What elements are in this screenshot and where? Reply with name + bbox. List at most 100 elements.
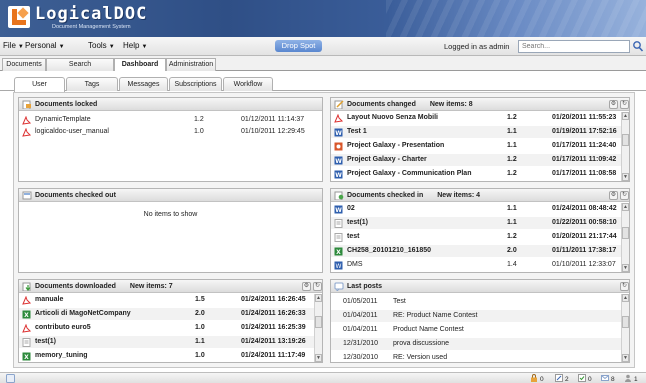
- table-row[interactable]: W Test 1 1.1 01/19/2011 17:52:16: [331, 126, 623, 138]
- portlet-header: Documents changed New items: 8 ⚙ ↻: [331, 98, 629, 111]
- table-row[interactable]: W Project Galaxy - Communication Plan 1.…: [331, 168, 623, 180]
- document-name: Articoli di MagoNetCompany: [35, 310, 131, 317]
- table-row[interactable]: X CH258_20101210_161850 2.0 01/11/2011 1…: [331, 245, 623, 257]
- subtab-user[interactable]: User: [14, 77, 65, 92]
- checkout-icon: [555, 374, 563, 382]
- search-icon[interactable]: [632, 40, 644, 53]
- menu-personal[interactable]: Personal ▼: [25, 41, 65, 50]
- menu-personal-label: Personal: [25, 41, 57, 50]
- document-name: manuale: [35, 296, 64, 303]
- document-version: 1.2: [507, 156, 517, 163]
- tab-dashboard[interactable]: Dashboard: [114, 58, 166, 72]
- status-tasks[interactable]: 0: [578, 374, 592, 383]
- post-subject: RE: Product Name Contest: [393, 312, 478, 319]
- menu-file-label: File: [3, 41, 16, 50]
- list-item[interactable]: 12/31/2010 prova discussione: [331, 338, 623, 350]
- scroll-up-icon[interactable]: ▲: [622, 112, 629, 120]
- table-row[interactable]: X memory_tuning 1.0 01/24/2011 11:17:49: [19, 350, 316, 362]
- scroll-thumb[interactable]: [622, 227, 629, 239]
- vertical-scrollbar[interactable]: ▲ ▼: [314, 294, 322, 362]
- vertical-scrollbar[interactable]: ▲ ▼: [621, 294, 629, 362]
- table-row[interactable]: X Articoli di MagoNetCompany 2.0 01/24/2…: [19, 308, 316, 320]
- status-checked-out[interactable]: 2: [555, 374, 569, 383]
- lock-document-icon: [22, 100, 31, 109]
- subtab-subscriptions[interactable]: Subscriptions: [169, 77, 222, 91]
- svg-text:W: W: [335, 158, 342, 165]
- tab-administration[interactable]: Administration: [166, 58, 216, 71]
- envelope-icon: [601, 375, 609, 381]
- info-icon[interactable]: [6, 374, 15, 383]
- refresh-button[interactable]: ↻: [620, 191, 629, 200]
- post-date: 01/04/2011: [343, 326, 378, 333]
- table-row[interactable]: manuale 1.5 01/24/2011 16:26:45: [19, 294, 316, 306]
- status-users[interactable]: 1: [624, 374, 638, 383]
- table-row[interactable]: logicaldoc-user_manual 1.0 01/10/2011 12…: [19, 126, 322, 138]
- scroll-down-icon[interactable]: ▼: [315, 354, 322, 362]
- messages-count: 8: [611, 376, 615, 383]
- list-item[interactable]: 01/04/2011 Product Name Contest: [331, 324, 623, 336]
- scroll-thumb[interactable]: [622, 316, 629, 328]
- drop-spot-button[interactable]: Drop Spot: [275, 40, 322, 52]
- document-name: 02: [347, 205, 355, 212]
- document-version: 1.2: [507, 233, 517, 240]
- table-row[interactable]: Layout Nuovo Senza Mobili 1.2 01/20/2011…: [331, 112, 623, 124]
- document-date: 01/10/2011 12:29:45: [241, 128, 305, 135]
- subtab-messages[interactable]: Messages: [119, 77, 168, 91]
- status-locked[interactable]: 0: [530, 374, 544, 383]
- scroll-thumb[interactable]: [622, 134, 629, 146]
- tab-search[interactable]: Search: [46, 58, 114, 71]
- subtab-workflow[interactable]: Workflow: [223, 77, 273, 91]
- menu-file[interactable]: File ▼: [3, 41, 24, 50]
- scroll-down-icon[interactable]: ▼: [622, 354, 629, 362]
- document-date: 01/17/2011 11:24:40: [552, 142, 617, 149]
- search-input[interactable]: [518, 40, 630, 53]
- portlet-documents-changed: Documents changed New items: 8 ⚙ ↻ Layout…: [330, 97, 630, 182]
- refresh-button[interactable]: ↻: [620, 100, 629, 109]
- scroll-up-icon[interactable]: ▲: [622, 203, 629, 211]
- document-version: 1.5: [195, 296, 205, 303]
- menu-tools[interactable]: Tools ▼: [88, 41, 115, 50]
- vertical-scrollbar[interactable]: ▲ ▼: [621, 203, 629, 272]
- settings-button[interactable]: ⚙: [609, 100, 618, 109]
- list-item[interactable]: 01/04/2011 RE: Product Name Contest: [331, 310, 623, 322]
- vertical-scrollbar[interactable]: ▲ ▼: [621, 112, 629, 181]
- word-icon: W: [334, 261, 343, 270]
- table-row[interactable]: test(1) 1.1 01/22/2011 00:58:10: [331, 217, 623, 229]
- document-date: 01/24/2011 16:26:45: [241, 296, 306, 303]
- settings-button[interactable]: ⚙: [302, 282, 311, 291]
- status-messages[interactable]: 8: [601, 374, 615, 383]
- table-row[interactable]: W Project Galaxy - Charter 1.2 01/17/201…: [331, 154, 623, 166]
- menu-help[interactable]: Help ▼: [123, 41, 147, 50]
- document-date: 01/24/2011 16:26:33: [241, 310, 306, 317]
- document-version: 1.2: [507, 114, 517, 121]
- refresh-button[interactable]: ↻: [313, 282, 322, 291]
- list-item[interactable]: 01/05/2011 Test: [331, 296, 623, 308]
- portlet-title: Documents checked in: [347, 192, 424, 199]
- scroll-up-icon[interactable]: ▲: [622, 294, 629, 302]
- table-row[interactable]: test(1) 1.1 01/24/2011 13:19:26: [19, 336, 316, 348]
- settings-button[interactable]: ⚙: [609, 191, 618, 200]
- document-version: 1.4: [507, 261, 517, 268]
- checked-out-count: 2: [565, 376, 569, 383]
- scroll-thumb[interactable]: [315, 316, 322, 328]
- checkin-document-icon: [334, 191, 344, 200]
- table-row[interactable]: contributo euro5 1.0 01/24/2011 16:25:39: [19, 322, 316, 334]
- scroll-up-icon[interactable]: ▲: [315, 294, 322, 302]
- refresh-button[interactable]: ↻: [620, 282, 629, 291]
- table-row[interactable]: W DMS 1.4 01/10/2011 12:33:07: [331, 259, 623, 271]
- document-date: 01/22/2011 00:58:10: [552, 219, 617, 226]
- spreadsheet-icon: X: [334, 247, 343, 256]
- table-row[interactable]: W 02 1.1 01/24/2011 08:48:42: [331, 203, 623, 215]
- table-row[interactable]: test 1.2 01/20/2011 21:17:44: [331, 231, 623, 243]
- portlet-documents-locked: Documents locked DynamicTemplate 1.2 01/…: [18, 97, 323, 182]
- portlet-header: Documents checked in New items: 4 ⚙ ↻: [331, 189, 629, 202]
- subtab-tags[interactable]: Tags: [66, 77, 118, 91]
- tab-documents[interactable]: Documents: [2, 58, 46, 71]
- table-row[interactable]: Project Galaxy - Presentation 1.1 01/17/…: [331, 140, 623, 152]
- table-row[interactable]: DynamicTemplate 1.2 01/12/2011 11:14:37: [19, 114, 322, 126]
- scroll-down-icon[interactable]: ▼: [622, 264, 629, 272]
- document-version: 1.1: [507, 142, 517, 149]
- post-subject: RE: Version used: [393, 354, 448, 361]
- scroll-down-icon[interactable]: ▼: [622, 173, 629, 181]
- list-item[interactable]: 12/30/2010 RE: Version used: [331, 352, 623, 362]
